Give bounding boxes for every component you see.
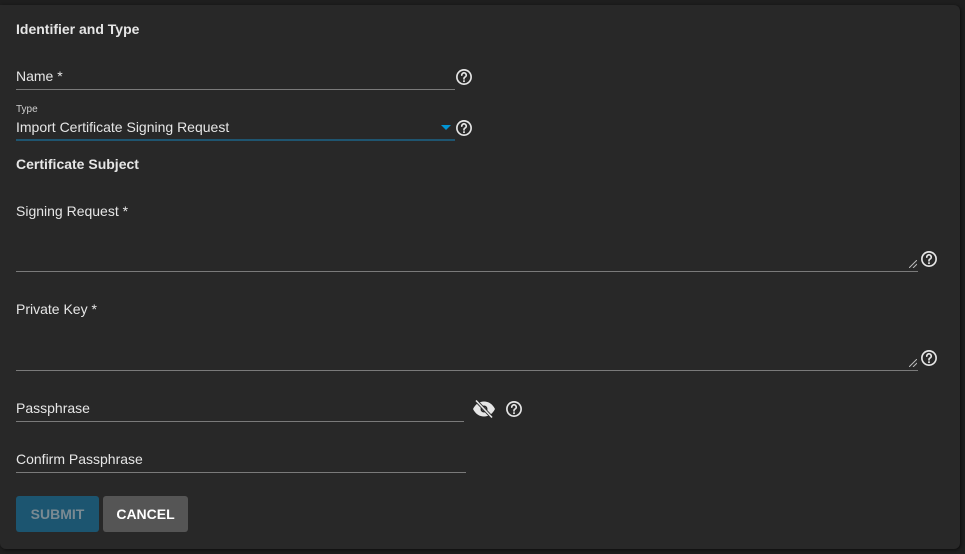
confirm-passphrase-underline (16, 472, 466, 473)
eye-off-icon[interactable] (472, 399, 496, 419)
passphrase-label: Passphrase (16, 400, 90, 416)
type-underline (16, 139, 455, 141)
section-title-certificate-subject: Certificate Subject (16, 156, 139, 172)
resize-handle-icon[interactable] (909, 359, 917, 367)
type-select-value: Import Certificate Signing Request (16, 119, 230, 135)
help-icon[interactable] (505, 400, 523, 418)
caret-down-icon[interactable] (441, 125, 451, 130)
help-icon[interactable] (455, 68, 473, 86)
passphrase-underline (16, 421, 464, 422)
name-label: Name * (16, 68, 63, 84)
type-label: Type (16, 104, 38, 115)
submit-button[interactable]: SUBMIT (16, 496, 99, 532)
private-key-label: Private Key * (16, 301, 97, 317)
name-underline (16, 89, 455, 90)
name-input[interactable] (16, 63, 455, 91)
resize-handle-icon[interactable] (909, 260, 917, 268)
confirm-passphrase-label: Confirm Passphrase (16, 451, 143, 467)
cancel-button[interactable]: CANCEL (103, 496, 188, 532)
section-title-identifier: Identifier and Type (16, 21, 140, 37)
form-card: Identifier and Type Name * Type Import C… (0, 5, 960, 549)
private-key-textarea[interactable] (16, 298, 918, 368)
signing-request-label: Signing Request * (16, 203, 129, 219)
help-icon[interactable] (920, 349, 938, 367)
signing-request-textarea[interactable] (16, 200, 918, 270)
help-icon[interactable] (920, 250, 938, 268)
private-key-underline (16, 370, 918, 371)
help-icon[interactable] (455, 119, 473, 137)
signing-request-underline (16, 271, 918, 272)
